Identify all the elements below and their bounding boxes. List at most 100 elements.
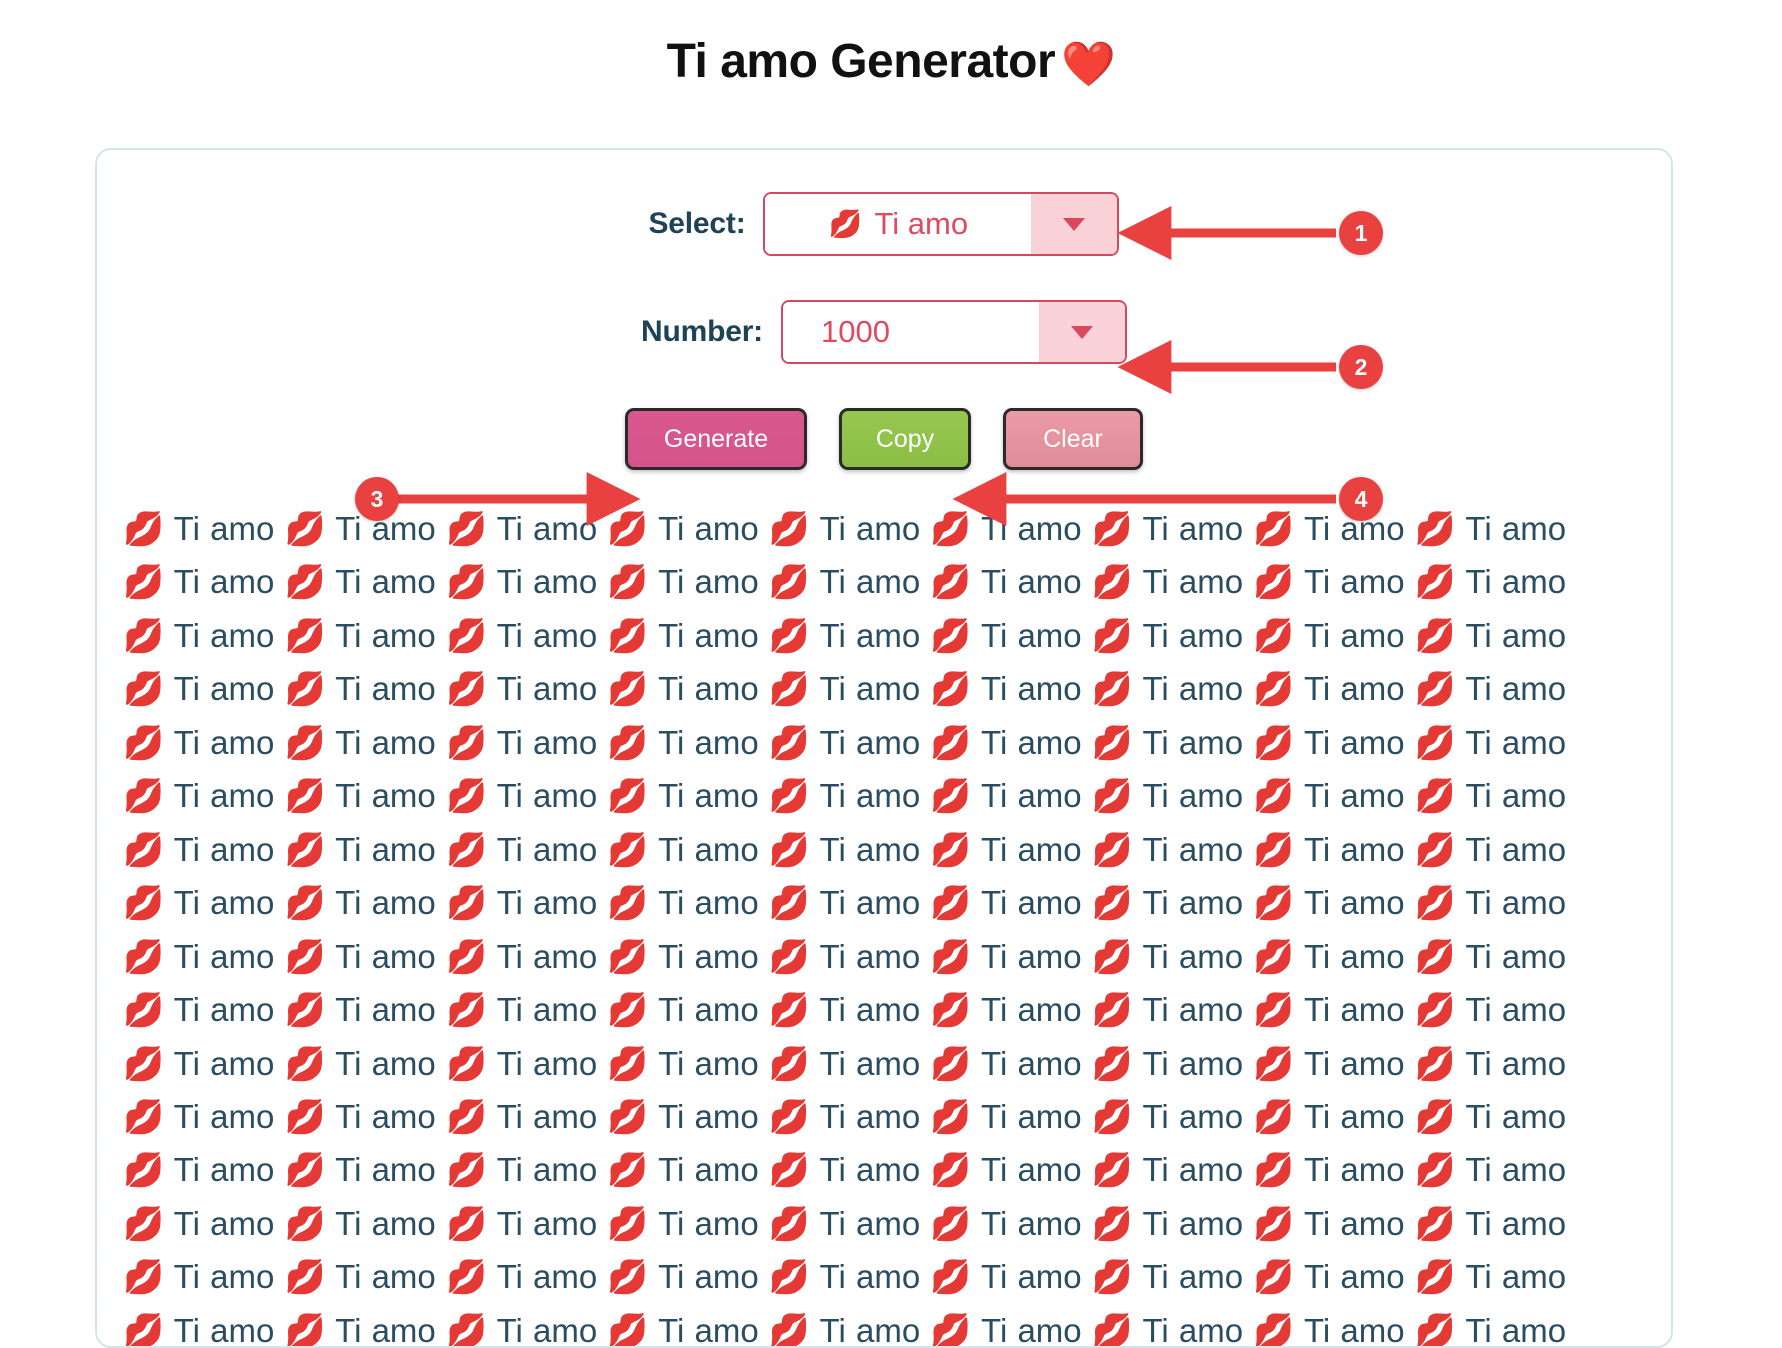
output-unit: 💋 Ti amo [607, 1097, 759, 1135]
output-unit: 💋 Ti amo [1414, 991, 1567, 1029]
output-unit: 💋 Ti amo [1253, 991, 1405, 1029]
number-value[interactable]: 1000 [782, 302, 1039, 362]
copy-button[interactable]: Copy [839, 408, 971, 470]
kiss-icon: 💋 [1091, 1311, 1133, 1348]
kiss-icon: 💋 [445, 563, 488, 601]
output-unit: 💋 Ti amo [123, 937, 275, 975]
select-dropdown[interactable]: 💋 Ti amo [763, 192, 1120, 256]
output-unit: 💋 Ti amo [607, 1311, 759, 1348]
output-unit: 💋 Ti amo [1253, 937, 1405, 975]
kiss-icon: 💋 [607, 830, 649, 868]
output-unit: 💋 Ti amo [768, 563, 921, 601]
generator-card: Select: 💋 Ti amo Number: 1000 Generate C… [95, 148, 1673, 1348]
kiss-icon: 💋 [1414, 1258, 1456, 1296]
output-unit: 💋 Ti amo [445, 563, 598, 601]
kiss-icon: 💋 [1414, 723, 1456, 761]
kiss-icon: 💋 [768, 510, 810, 547]
output-text[interactable]: 💋 Ti amo 💋 Ti amo 💋 Ti amo 💋 Ti amo 💋 Ti… [123, 502, 1645, 1348]
kiss-icon: 💋 [768, 884, 810, 922]
output-unit: 💋 Ti amo [930, 830, 1082, 868]
output-unit: 💋 Ti amo [768, 616, 921, 654]
chevron-down-icon[interactable] [1031, 194, 1118, 254]
output-unit: 💋 Ti amo [284, 830, 436, 868]
select-row: Select: 💋 Ti amo [97, 192, 1671, 256]
kiss-icon: 💋 [445, 1204, 488, 1242]
output-unit: 💋 Ti amo [284, 1044, 436, 1082]
output-unit: 💋 Ti amo [1414, 1044, 1567, 1082]
kiss-icon: 💋 [930, 830, 972, 868]
kiss-icon: 💋 [768, 670, 810, 708]
output-unit: 💋 Ti amo [768, 1097, 921, 1135]
kiss-icon: 💋 [1414, 1044, 1456, 1082]
kiss-icon: 💋 [1253, 723, 1295, 761]
output-unit: 💋 Ti amo [284, 1151, 436, 1189]
kiss-icon: 💋 [930, 670, 972, 708]
clear-button[interactable]: Clear [1003, 408, 1143, 470]
kiss-icon: 💋 [930, 510, 972, 547]
page-title-text: Ti amo Generator [666, 35, 1056, 88]
kiss-icon: 💋 [1091, 884, 1133, 922]
output-unit: 💋 Ti amo [123, 1097, 275, 1135]
output-unit: 💋 Ti amo [1091, 991, 1244, 1029]
chevron-down-glyph [1070, 325, 1093, 339]
output-unit: 💋 Ti amo [930, 616, 1082, 654]
select-value[interactable]: 💋 Ti amo [765, 194, 1032, 254]
select-label: Select: [648, 207, 746, 240]
output-unit: 💋 Ti amo [1414, 1311, 1567, 1348]
generate-button[interactable]: Generate [625, 408, 807, 470]
kiss-icon: 💋 [123, 1204, 165, 1242]
kiss-icon: 💋 [123, 777, 165, 815]
output-unit: 💋 Ti amo [445, 777, 598, 815]
output-unit: 💋 Ti amo [1253, 563, 1405, 601]
output-unit: 💋 Ti amo [445, 1097, 598, 1135]
kiss-icon: 💋 [1091, 510, 1133, 547]
kiss-icon: 💋 [123, 563, 165, 601]
output-unit: 💋 Ti amo [607, 991, 759, 1029]
kiss-icon: 💋 [1414, 777, 1456, 815]
kiss-icon: 💋 [1253, 1258, 1295, 1296]
kiss-icon: 💋 [607, 937, 649, 975]
output-unit: 💋 Ti amo [123, 884, 275, 922]
output-unit: 💋 Ti amo [607, 884, 759, 922]
kiss-icon: 💋 [1253, 1044, 1295, 1082]
kiss-icon: 💋 [1414, 1097, 1456, 1135]
kiss-icon: 💋 [284, 670, 326, 708]
kiss-icon: 💋 [1253, 510, 1295, 547]
kiss-icon: 💋 [445, 1097, 488, 1135]
output-unit: 💋 Ti amo [1414, 1151, 1567, 1189]
output-unit: 💋 Ti amo [123, 670, 275, 708]
output-unit: 💋 Ti amo [1253, 1151, 1405, 1189]
output-unit: 💋 Ti amo [1414, 830, 1567, 868]
kiss-icon: 💋 [445, 510, 488, 547]
kiss-icon: 💋 [1414, 1204, 1456, 1242]
output-unit: 💋 Ti amo [768, 937, 921, 975]
output-unit: 💋 Ti amo [445, 723, 598, 761]
kiss-icon: 💋 [445, 937, 488, 975]
kiss-icon: 💋 [930, 616, 972, 654]
output-unit: 💋 Ti amo [123, 723, 275, 761]
kiss-icon: 💋 [768, 1044, 810, 1082]
kiss-icon: 💋 [768, 563, 810, 601]
output-unit: 💋 Ti amo [284, 1204, 436, 1242]
kiss-icon: 💋 [768, 1097, 810, 1135]
chevron-down-icon[interactable] [1038, 302, 1125, 362]
kiss-icon: 💋 [1253, 616, 1295, 654]
number-dropdown[interactable]: 1000 [780, 300, 1127, 364]
output-unit: 💋 Ti amo [1414, 937, 1567, 975]
output-unit: 💋 Ti amo [123, 616, 275, 654]
kiss-icon: 💋 [123, 884, 165, 922]
kiss-icon: 💋 [1414, 830, 1456, 868]
output-unit: 💋 Ti amo [607, 616, 759, 654]
kiss-icon: 💋 [607, 563, 649, 601]
output-unit: 💋 Ti amo [123, 991, 275, 1029]
kiss-icon: 💋 [1414, 616, 1456, 654]
kiss-icon: 💋 [284, 1204, 326, 1242]
output-unit: 💋 Ti amo [768, 777, 921, 815]
kiss-icon: 💋 [123, 1258, 165, 1296]
output-unit: 💋 Ti amo [1253, 1311, 1405, 1348]
output-unit: 💋 Ti amo [1253, 723, 1405, 761]
output-unit: 💋 Ti amo [284, 1097, 436, 1135]
kiss-icon: 💋 [123, 830, 165, 868]
kiss-icon: 💋 [445, 830, 488, 868]
kiss-icon: 💋 [1253, 777, 1295, 815]
